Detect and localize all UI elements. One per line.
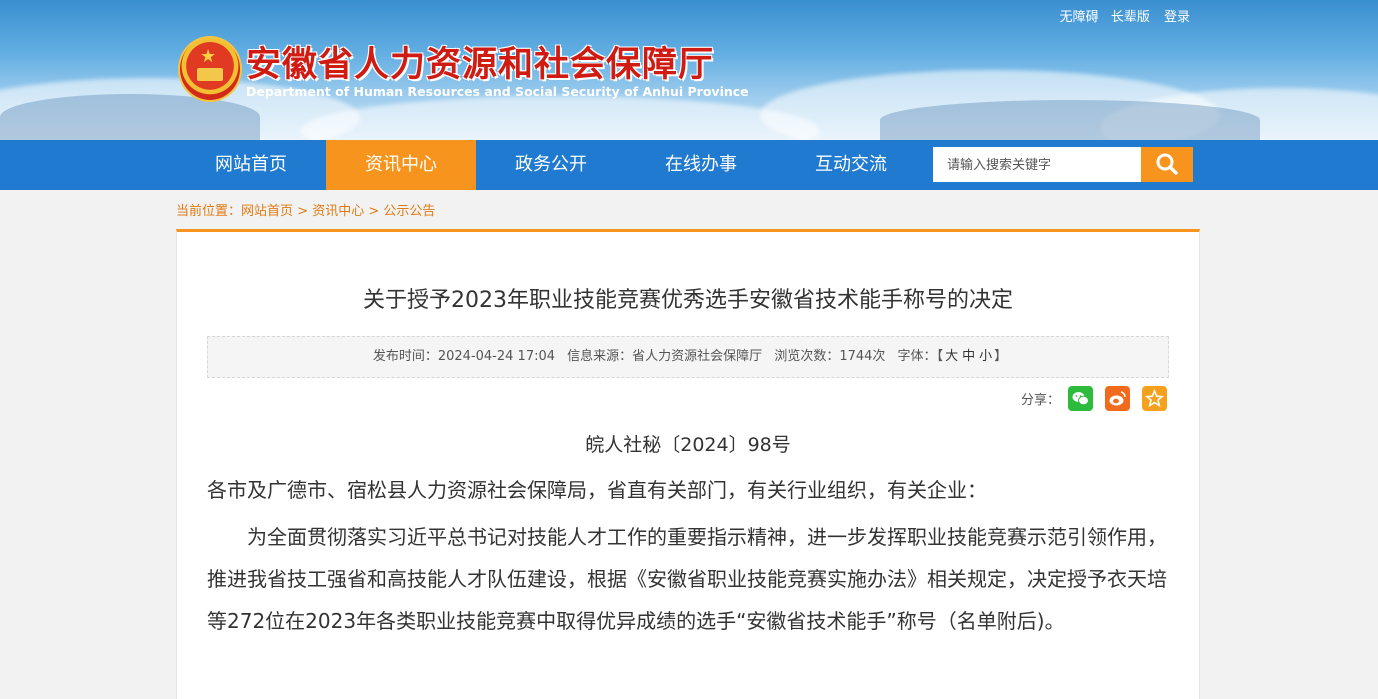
article-meta: 发布时间：2024-04-24 17:04 信息来源：省人力资源社会保障厅 浏览…	[207, 336, 1169, 378]
search-input[interactable]	[933, 147, 1141, 182]
font-size-small-button[interactable]: 小	[979, 349, 992, 364]
view-count: 浏览次数：1744次	[774, 349, 886, 364]
info-source: 信息来源：省人力资源社会保障厅	[567, 349, 763, 364]
weibo-share-button[interactable]	[1105, 386, 1130, 411]
nav-news-center[interactable]: 资讯中心	[326, 140, 476, 190]
star-icon: ★	[200, 46, 217, 67]
search-icon	[1156, 153, 1178, 175]
article-title: 关于授予2023年职业技能竞赛优秀选手安徽省技术能手称号的决定	[363, 288, 1013, 313]
mountain-decoration	[0, 94, 260, 140]
search-button[interactable]	[1141, 147, 1193, 182]
breadcrumb-news-center[interactable]: 资讯中心	[312, 204, 364, 219]
salutation-paragraph: 各市及广德市、宿松县人力资源社会保障局，省直有关部门，有关行业组织，有关企业：	[207, 478, 987, 502]
national-emblem-logo[interactable]: ★	[178, 36, 242, 102]
weibo-icon	[1109, 391, 1126, 406]
publish-time: 发布时间：2024-04-24 17:04	[372, 349, 556, 364]
document-number: 皖人社秘〔2024〕98号	[585, 434, 791, 456]
cloud-decoration	[300, 96, 820, 140]
breadcrumb-announcements[interactable]: 公示公告	[383, 204, 435, 219]
nav-online-services[interactable]: 在线办事	[626, 140, 776, 190]
font-size-medium-button[interactable]: 中	[962, 349, 975, 364]
bracket-close: 】	[994, 349, 1008, 364]
site-subtitle: Department of Human Resources and Social…	[246, 84, 749, 99]
nav-interaction[interactable]: 互动交流	[776, 140, 926, 190]
breadcrumb-separator: >	[293, 204, 313, 219]
favorite-icon	[1144, 388, 1165, 408]
nav-home[interactable]: 网站首页	[176, 140, 326, 190]
header-banner: 无障碍 长辈版 登录 ★ 安徽省人力资源和社会保障厅 Department of…	[0, 0, 1378, 140]
body-paragraph: 为全面贯彻落实习近平总书记对技能人才工作的重要指示精神，进一步发挥职业技能竞赛示…	[207, 525, 1167, 633]
accessibility-link[interactable]: 无障碍	[1060, 10, 1099, 25]
wechat-icon	[1072, 392, 1089, 406]
login-link[interactable]: 登录	[1164, 10, 1190, 25]
mountain-decoration	[880, 100, 1260, 140]
font-size-large-button[interactable]: 大	[945, 349, 958, 364]
nav-government-affairs[interactable]: 政务公开	[476, 140, 626, 190]
article-card: 关于授予2023年职业技能竞赛优秀选手安徽省技术能手称号的决定 发布时间：202…	[176, 229, 1200, 699]
site-title[interactable]: 安徽省人力资源和社会保障厅	[246, 36, 714, 87]
breadcrumb-home[interactable]: 网站首页	[241, 204, 293, 219]
breadcrumb-prefix: 当前位置：	[176, 204, 242, 219]
bracket-open: 【	[936, 349, 944, 364]
font-size-label: 字体：	[897, 349, 937, 364]
elder-version-link[interactable]: 长辈版	[1111, 10, 1150, 25]
top-links: 无障碍 长辈版 登录	[1052, 6, 1190, 25]
breadcrumb-separator: >	[364, 204, 384, 219]
share-label: 分享：	[1021, 393, 1061, 408]
tiananmen-icon	[197, 68, 223, 81]
wechat-share-button[interactable]	[1068, 386, 1093, 411]
breadcrumb: 当前位置：网站首页 > 资讯中心 > 公示公告	[176, 200, 435, 219]
favorite-share-button[interactable]	[1142, 386, 1167, 411]
